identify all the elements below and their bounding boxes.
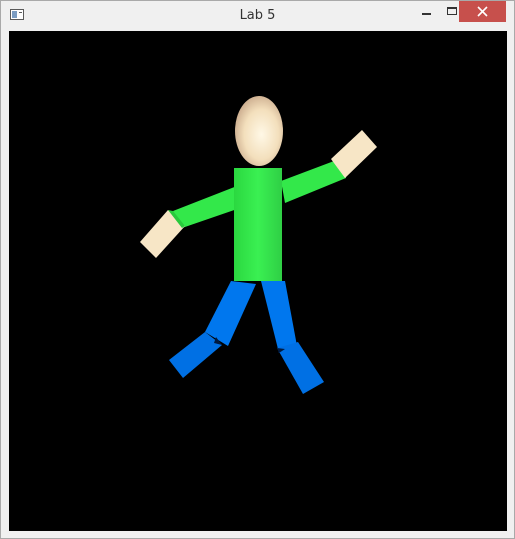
- left-leg: [169, 281, 256, 378]
- right-shin: [277, 342, 324, 394]
- left-thigh: [205, 281, 256, 346]
- minimize-button[interactable]: [413, 1, 439, 22]
- stick-figure-scene: [140, 96, 377, 394]
- right-leg: [261, 281, 324, 394]
- title-bar[interactable]: Lab 5: [1, 1, 514, 31]
- torso: [234, 168, 282, 281]
- maximize-icon: [447, 7, 457, 15]
- head: [235, 96, 283, 166]
- close-icon: [477, 6, 488, 17]
- right-thigh: [261, 281, 297, 353]
- left-shin: [169, 332, 222, 378]
- right-arm: [281, 130, 377, 203]
- left-upper-arm: [173, 186, 243, 228]
- app-window: Lab 5: [0, 0, 515, 539]
- left-arm: [140, 186, 243, 258]
- render-canvas[interactable]: [9, 31, 507, 531]
- close-button[interactable]: [459, 1, 506, 22]
- minimize-icon: [422, 13, 431, 15]
